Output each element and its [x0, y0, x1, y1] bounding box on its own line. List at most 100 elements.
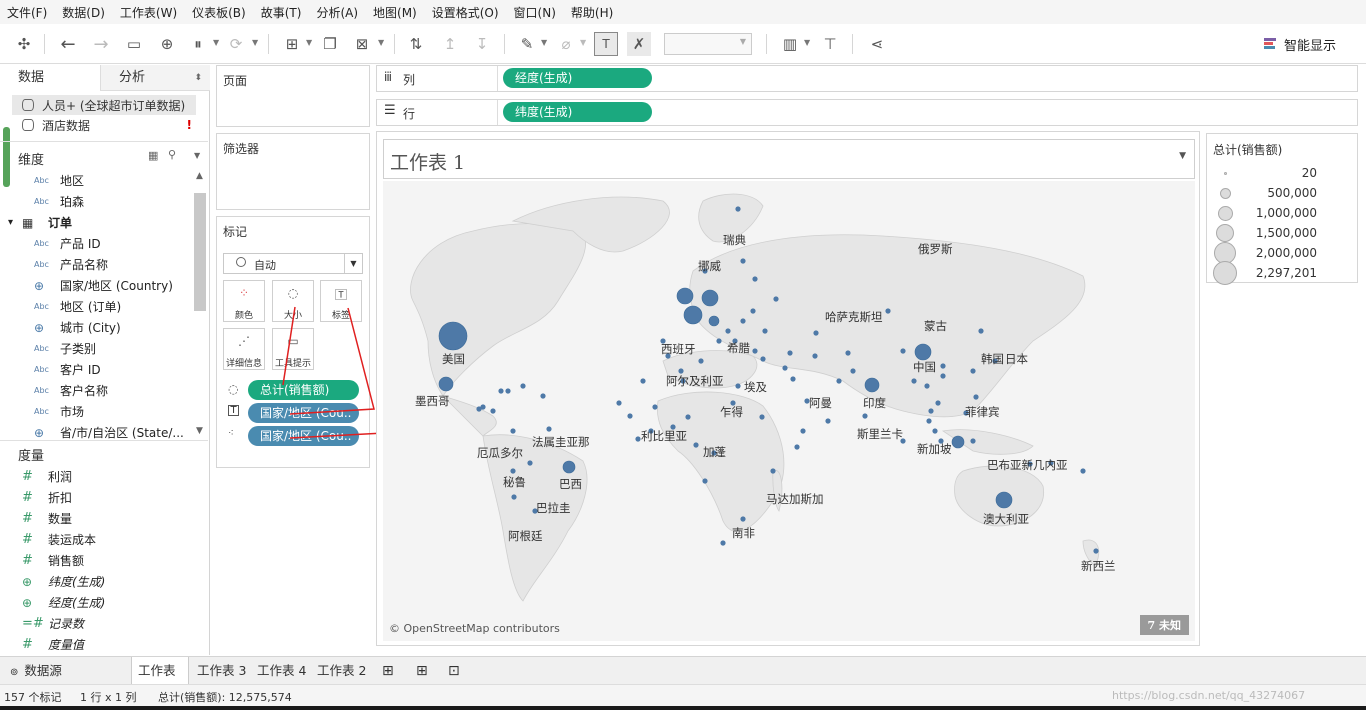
sales-mark-circle[interactable]	[635, 436, 641, 442]
country-label: 哈萨克斯坦	[825, 310, 883, 324]
new-dashboard-icon[interactable]: ⊞	[410, 657, 434, 685]
legend-size-circle	[1217, 205, 1233, 221]
sales-mark-circle[interactable]	[678, 368, 684, 374]
sales-mark-circle[interactable]	[740, 516, 746, 522]
sales-mark-circle[interactable]	[1080, 468, 1086, 474]
sales-mark-circle[interactable]	[725, 328, 731, 334]
sales-mark-circle[interactable]	[790, 376, 796, 382]
sales-mark-circle[interactable]	[498, 388, 504, 394]
title-menu-icon[interactable]: ▼	[1179, 151, 1186, 161]
sales-mark-circle[interactable]	[735, 383, 741, 389]
sales-mark-circle[interactable]	[685, 414, 691, 420]
sales-mark-circle[interactable]	[770, 468, 776, 474]
sales-mark-circle[interactable]	[640, 378, 646, 384]
legend-size-circle	[1213, 261, 1237, 285]
sales-mark-circle[interactable]	[698, 358, 704, 364]
sales-mark-circle[interactable]	[951, 435, 965, 449]
sales-mark-circle[interactable]	[782, 365, 788, 371]
sales-mark-circle[interactable]	[978, 328, 984, 334]
sales-mark-circle[interactable]	[505, 388, 511, 394]
country-label: 新加坡	[917, 442, 952, 456]
sales-mark-circle[interactable]	[752, 348, 758, 354]
sales-mark-circle[interactable]	[924, 383, 930, 389]
legend-label: 1,500,000	[1255, 226, 1317, 240]
sales-mark-circle[interactable]	[740, 318, 746, 324]
sales-mark-circle[interactable]	[928, 408, 934, 414]
sales-mark-circle[interactable]	[940, 373, 946, 379]
new-worksheet-icon[interactable]: ⊞	[376, 657, 400, 685]
sales-mark-circle[interactable]	[510, 468, 516, 474]
sales-mark-circle[interactable]	[716, 338, 722, 344]
tab-datasource[interactable]: ⊚ 数据源	[4, 657, 68, 685]
sales-mark-circle[interactable]	[836, 378, 842, 384]
tab-sheet-3[interactable]: 工作表 3	[191, 657, 252, 685]
sales-mark-circle[interactable]	[794, 444, 800, 450]
sales-mark-circle[interactable]	[845, 350, 851, 356]
tab-sheet-2[interactable]: 工作表 2	[311, 657, 372, 685]
sheet-title-box[interactable]: 工作表 1 ▼	[383, 139, 1195, 179]
country-label: 巴布亚新几内亚	[987, 458, 1068, 472]
sales-mark-circle[interactable]	[935, 400, 941, 406]
world-map[interactable]: 瑞典 俄罗斯 挪威 哈萨克斯坦 蒙古 美国 西班牙 希腊 韩国 日本 中国 阿尔及利亚 埃及 墨西哥 阿曼 印…	[383, 181, 1195, 641]
legend-size-circle	[1223, 171, 1227, 175]
sales-mark-circle[interactable]	[683, 305, 703, 325]
sales-mark-circle[interactable]	[520, 383, 526, 389]
sales-mark-circle[interactable]	[511, 494, 517, 500]
sales-mark-circle[interactable]	[932, 428, 938, 434]
size-legend[interactable]: 总计(销售额) 20 500,000 1,000,000 1,500,000 2,000…	[1206, 133, 1358, 285]
sales-mark-circle[interactable]	[825, 418, 831, 424]
sales-mark-circle[interactable]	[862, 413, 868, 419]
sales-mark-circle[interactable]	[616, 400, 622, 406]
sales-mark-circle[interactable]	[813, 330, 819, 336]
sales-mark-circle[interactable]	[995, 491, 1013, 509]
sales-mark-circle[interactable]	[773, 296, 779, 302]
sales-mark-circle[interactable]	[970, 438, 976, 444]
tab-sheet-4[interactable]: 工作表 4	[251, 657, 312, 685]
sales-mark-circle[interactable]	[438, 376, 454, 392]
sales-mark-circle[interactable]	[800, 428, 806, 434]
sales-mark-circle[interactable]	[490, 408, 496, 414]
sales-mark-circle[interactable]	[911, 378, 917, 384]
sales-mark-circle[interactable]	[940, 363, 946, 369]
sales-mark-circle[interactable]	[864, 377, 880, 393]
sales-mark-circle[interactable]	[900, 348, 906, 354]
sales-mark-circle[interactable]	[693, 442, 699, 448]
sales-mark-circle[interactable]	[759, 414, 765, 420]
sales-mark-circle[interactable]	[760, 356, 766, 362]
sales-mark-circle[interactable]	[752, 276, 758, 282]
sales-mark-circle[interactable]	[812, 353, 818, 359]
sales-mark-circle[interactable]	[914, 343, 932, 361]
sales-mark-circle[interactable]	[652, 404, 658, 410]
sales-mark-circle[interactable]	[735, 206, 741, 212]
sales-mark-circle[interactable]	[438, 321, 468, 351]
sales-mark-circle[interactable]	[702, 478, 708, 484]
sales-mark-circle[interactable]	[973, 394, 979, 400]
sales-mark-circle[interactable]	[926, 418, 932, 424]
sales-mark-circle[interactable]	[476, 406, 482, 412]
sales-mark-circle[interactable]	[885, 308, 891, 314]
unknown-badge[interactable]: 7 未知	[1139, 615, 1189, 635]
sales-mark-circle[interactable]	[510, 428, 516, 434]
sales-mark-circle[interactable]	[720, 540, 726, 546]
sales-mark-circle[interactable]	[701, 289, 719, 307]
sales-mark-circle[interactable]	[540, 393, 546, 399]
sales-mark-circle[interactable]	[708, 315, 720, 327]
sales-mark-circle[interactable]	[527, 460, 533, 466]
country-label: 阿尔及利亚	[666, 374, 724, 388]
sales-mark-circle[interactable]	[546, 426, 552, 432]
sales-mark-circle[interactable]	[850, 368, 856, 374]
sales-mark-circle[interactable]	[787, 350, 793, 356]
sales-mark-circle[interactable]	[562, 460, 576, 474]
taskbar-edge	[0, 706, 1366, 710]
sales-mark-circle[interactable]	[740, 258, 746, 264]
sales-mark-circle[interactable]	[1093, 548, 1099, 554]
new-story-icon[interactable]: ⊡	[442, 657, 466, 685]
sales-mark-circle[interactable]	[750, 308, 756, 314]
sales-mark-circle[interactable]	[762, 328, 768, 334]
sales-mark-circle[interactable]	[627, 413, 633, 419]
sales-mark-circle[interactable]	[676, 287, 694, 305]
country-label: 巴拉圭	[536, 501, 571, 515]
tab-sheet-1[interactable]: 工作表 1	[131, 657, 189, 706]
sales-mark-circle[interactable]	[970, 368, 976, 374]
map-canvas[interactable]: 瑞典俄罗斯挪威哈萨克斯坦蒙古美国 西班牙 希腊韩国 日本中国阿尔及利亚 埃及墨西哥 阿曼 印…	[383, 181, 1195, 641]
